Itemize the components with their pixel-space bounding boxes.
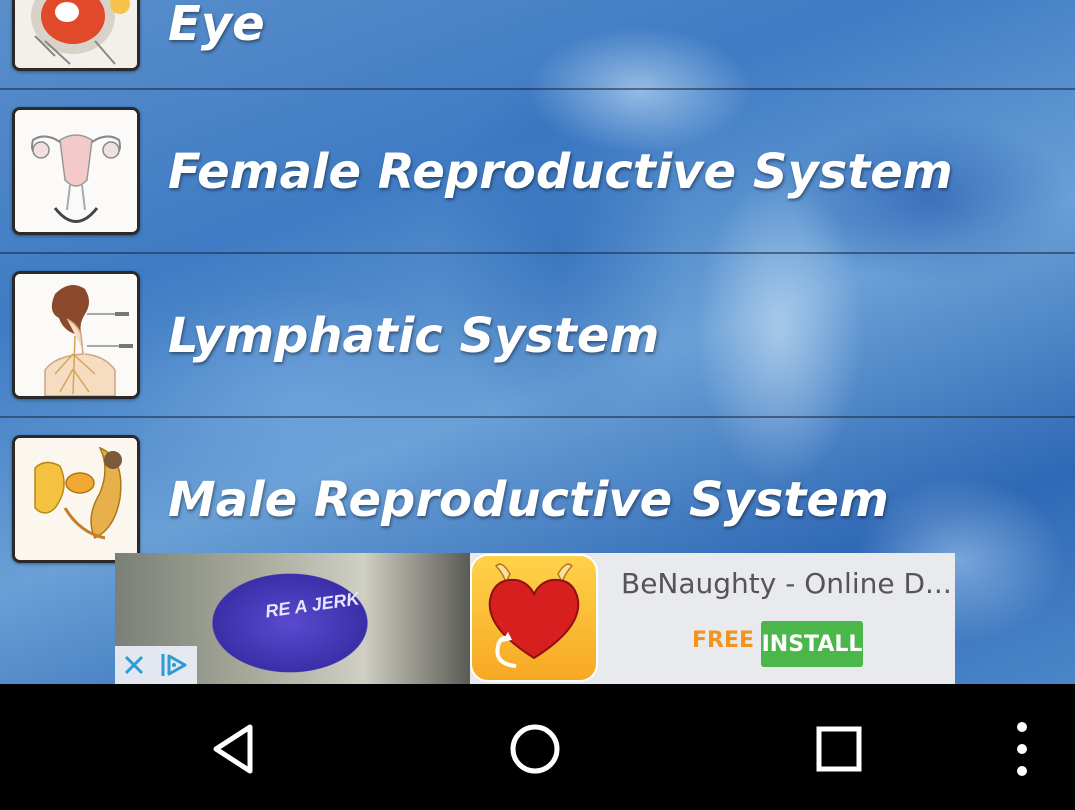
overflow-menu-icon[interactable] xyxy=(992,719,1052,779)
lymphatic-anatomy-icon xyxy=(12,271,140,399)
system-navigation-bar xyxy=(0,684,1075,810)
ad-photo-text: RE A JERK xyxy=(263,588,361,622)
male-reproductive-anatomy-icon xyxy=(12,435,140,563)
list-item-label: Female Reproductive System xyxy=(168,144,953,200)
close-icon[interactable] xyxy=(121,652,147,678)
list-item-lymphatic-system[interactable]: Lymphatic System xyxy=(0,254,1075,418)
home-circle-icon[interactable] xyxy=(505,719,565,779)
female-reproductive-anatomy-icon xyxy=(12,107,140,235)
list-item-label: Male Reproductive System xyxy=(168,472,889,528)
eye-anatomy-icon xyxy=(12,0,140,71)
back-triangle-icon[interactable] xyxy=(204,719,264,779)
list-item-label: Eye xyxy=(168,0,265,52)
ad-install-button[interactable]: INSTALL xyxy=(761,621,863,667)
list-item-eye[interactable]: Eye xyxy=(0,0,1075,90)
recents-square-icon[interactable] xyxy=(809,719,869,779)
ad-choices-bar xyxy=(115,646,197,684)
list-item-label: Lymphatic System xyxy=(168,308,660,364)
app-screen: Eye Female Reproductive System Lymphatic… xyxy=(0,0,1075,684)
adchoices-icon[interactable] xyxy=(159,651,189,679)
banner-ad[interactable]: RE A JERK BeNaughty - Online D... FREE I… xyxy=(115,553,955,684)
ad-price: FREE xyxy=(692,628,755,653)
heart-devil-icon[interactable] xyxy=(470,554,598,682)
ad-title[interactable]: BeNaughty - Online D... xyxy=(621,567,952,600)
list-item-female-reproductive-system[interactable]: Female Reproductive System xyxy=(0,90,1075,254)
